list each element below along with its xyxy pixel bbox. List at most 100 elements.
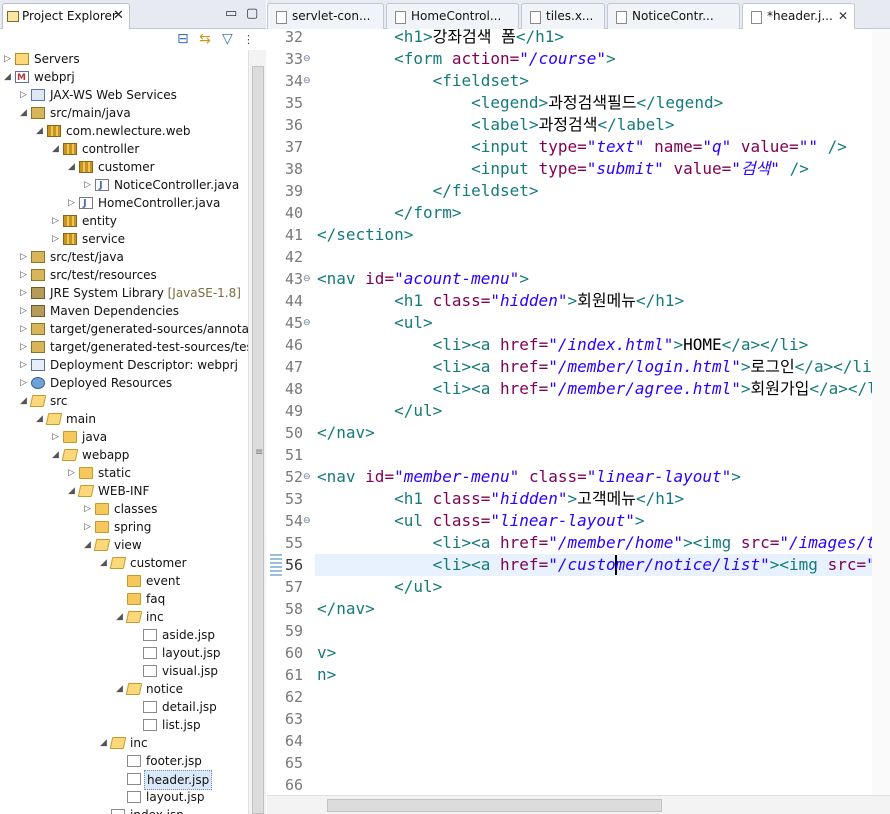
code-line[interactable]: </form> — [317, 202, 461, 224]
collapsed-arrow-icon[interactable]: ▷ — [52, 230, 61, 248]
expanded-arrow-icon[interactable]: ◢ — [100, 734, 109, 752]
code-line[interactable]: <form action="/course"> — [317, 48, 616, 70]
fold-toggle-icon[interactable]: ⊖ — [303, 516, 311, 526]
tree-item[interactable]: ◢ customer — [0, 158, 248, 176]
tree-item[interactable]: ▷ src/test/resources — [0, 266, 248, 284]
tree-item[interactable]: ◢ WEB-INF — [0, 482, 248, 500]
collapsed-arrow-icon[interactable]: ▷ — [20, 356, 29, 374]
collapsed-arrow-icon[interactable]: ▷ — [20, 284, 29, 302]
code-line[interactable]: v> — [317, 642, 336, 664]
collapsed-arrow-icon[interactable]: ▷ — [4, 50, 13, 68]
tree-item[interactable]: ▷ Servers — [0, 50, 248, 68]
tree-item[interactable]: index.jsp — [0, 806, 248, 814]
editor-vertical-scrollbar[interactable] — [872, 29, 890, 795]
tree-item[interactable]: ▷ src/test/java — [0, 248, 248, 266]
tree-item[interactable]: ▷ spring — [0, 518, 248, 536]
tree-item[interactable]: header.jsp — [0, 770, 248, 790]
tree-item[interactable]: ▷ NoticeController.java — [0, 176, 248, 195]
close-icon[interactable]: ✕ — [838, 9, 848, 23]
code-line[interactable]: <ul> — [317, 312, 433, 334]
collapsed-arrow-icon[interactable]: ▷ — [20, 374, 29, 392]
collapsed-arrow-icon[interactable]: ▷ — [84, 500, 93, 518]
expanded-arrow-icon[interactable]: ◢ — [100, 554, 109, 572]
code-line[interactable]: <li><a href="/member/agree.html">회원가입</a… — [317, 378, 890, 400]
tree-item[interactable]: aside.jsp — [0, 626, 248, 644]
collapsed-arrow-icon[interactable]: ▷ — [52, 212, 61, 230]
tree-item[interactable]: layout.jsp — [0, 644, 248, 662]
tree-item[interactable]: ▷ Deployment Descriptor: webprj — [0, 356, 248, 374]
tree-item[interactable]: ▷ Maven Dependencies — [0, 302, 248, 320]
tree-item[interactable]: ◢ main — [0, 410, 248, 428]
expanded-arrow-icon[interactable]: ◢ — [52, 446, 61, 464]
collapsed-arrow-icon[interactable]: ▷ — [20, 86, 29, 104]
tree-item[interactable]: ▷ entity — [0, 212, 248, 230]
code-line[interactable]: <li><a href="/customer/notice/list"><img… — [317, 554, 890, 576]
tree-item[interactable]: ▷ java — [0, 428, 248, 446]
collapsed-arrow-icon[interactable]: ▷ — [52, 428, 61, 446]
close-icon[interactable]: ✕ — [113, 8, 124, 23]
tree-item[interactable]: detail.jsp — [0, 698, 248, 716]
fold-toggle-icon[interactable]: ⊖ — [303, 472, 311, 482]
tree-item[interactable]: ◢ notice — [0, 680, 248, 698]
code-line[interactable]: <nav id="acount-menu"> — [317, 268, 529, 290]
fold-toggle-icon[interactable]: ⊖ — [303, 76, 311, 86]
tree-item[interactable]: list.jsp — [0, 716, 248, 734]
collapsed-arrow-icon[interactable]: ▷ — [84, 518, 93, 536]
expanded-arrow-icon[interactable]: ◢ — [52, 140, 61, 158]
tree-item[interactable]: ▷ JRE System Library [JavaSE-1.8] — [0, 284, 248, 302]
tree-item[interactable]: ◢ controller — [0, 140, 248, 158]
explorer-vertical-scrollbar[interactable]: ≡ — [248, 50, 266, 814]
fold-toggle-icon[interactable]: ⊖ — [303, 54, 311, 64]
fold-toggle-icon[interactable]: ⊖ — [303, 274, 311, 284]
collapsed-arrow-icon[interactable]: ▷ — [20, 266, 29, 284]
tree-item[interactable]: layout.jsp — [0, 788, 248, 806]
editor-tab[interactable]: HomeControl... — [386, 3, 519, 29]
tree-item[interactable]: ◢ src/main/java — [0, 104, 248, 122]
collapsed-arrow-icon[interactable]: ▷ — [68, 194, 77, 212]
collapsed-arrow-icon[interactable]: ▷ — [68, 464, 77, 482]
code-line[interactable]: </ul> — [317, 576, 442, 598]
code-line[interactable]: <ul class="linear-layout"> — [317, 510, 644, 532]
code-line[interactable]: <fieldset> — [317, 70, 529, 92]
code-line[interactable]: <legend>과정검색필드</legend> — [317, 92, 723, 114]
expanded-arrow-icon[interactable]: ◢ — [116, 680, 125, 698]
tree-item[interactable]: faq — [0, 590, 248, 608]
expanded-arrow-icon[interactable]: ◢ — [36, 410, 45, 428]
scrollbar-thumb[interactable]: ≡ — [252, 66, 264, 814]
expanded-arrow-icon[interactable]: ◢ — [68, 158, 77, 176]
tree-item[interactable]: ◢ customer — [0, 554, 248, 572]
expanded-arrow-icon[interactable]: ◢ — [116, 608, 125, 626]
collapsed-arrow-icon[interactable]: ▷ — [20, 302, 29, 320]
minimize-icon[interactable]: ▭ — [225, 6, 237, 21]
expanded-arrow-icon[interactable]: ◢ — [84, 536, 93, 554]
scrollbar-thumb[interactable] — [327, 799, 662, 812]
code-line[interactable]: </ul> — [317, 400, 442, 422]
tree-item[interactable]: ▷ static — [0, 464, 248, 482]
collapse-all-icon[interactable]: ⊟ — [177, 31, 189, 47]
expanded-arrow-icon[interactable]: ◢ — [4, 68, 13, 86]
editor-horizontal-scrollbar[interactable] — [267, 795, 890, 814]
tree-item[interactable]: ◢ webprj — [0, 68, 248, 87]
collapsed-arrow-icon[interactable]: ▷ — [20, 338, 29, 356]
expanded-arrow-icon[interactable]: ◢ — [68, 482, 77, 500]
link-with-editor-icon[interactable]: ⇆ — [199, 31, 211, 47]
code-line[interactable]: <h1>강좌검색 폼</h1> — [317, 29, 564, 48]
tree-item[interactable]: ◢ view — [0, 536, 248, 554]
code-line[interactable]: <li><a href="/member/login.html">로그인</a>… — [317, 356, 882, 378]
code-line[interactable]: <input type="submit" value="검색" /> — [317, 158, 809, 180]
code-line[interactable]: </section> — [317, 224, 413, 246]
code-line[interactable]: <label>과정검색</label> — [317, 114, 674, 136]
filter-icon[interactable]: ▽ — [222, 31, 233, 47]
collapsed-arrow-icon[interactable]: ▷ — [20, 320, 29, 338]
tree-item[interactable]: ◢ inc — [0, 734, 248, 752]
project-explorer-tab[interactable]: Project Explorer ✕ — [2, 3, 130, 29]
tree-item[interactable]: ▷ HomeController.java — [0, 194, 248, 213]
code-line[interactable]: </fieldset> — [317, 180, 539, 202]
tree-item[interactable]: ▷ service — [0, 230, 248, 248]
editor-tab[interactable]: NoticeContr... — [607, 3, 740, 29]
tree-item[interactable]: ◢ webapp — [0, 446, 248, 464]
maximize-icon[interactable]: ▢ — [246, 6, 258, 21]
tree-item[interactable]: ◢ inc — [0, 608, 248, 626]
code-line[interactable]: <h1 class="hidden">회원메뉴</h1> — [317, 290, 684, 312]
code-line[interactable]: </nav> — [317, 598, 375, 620]
